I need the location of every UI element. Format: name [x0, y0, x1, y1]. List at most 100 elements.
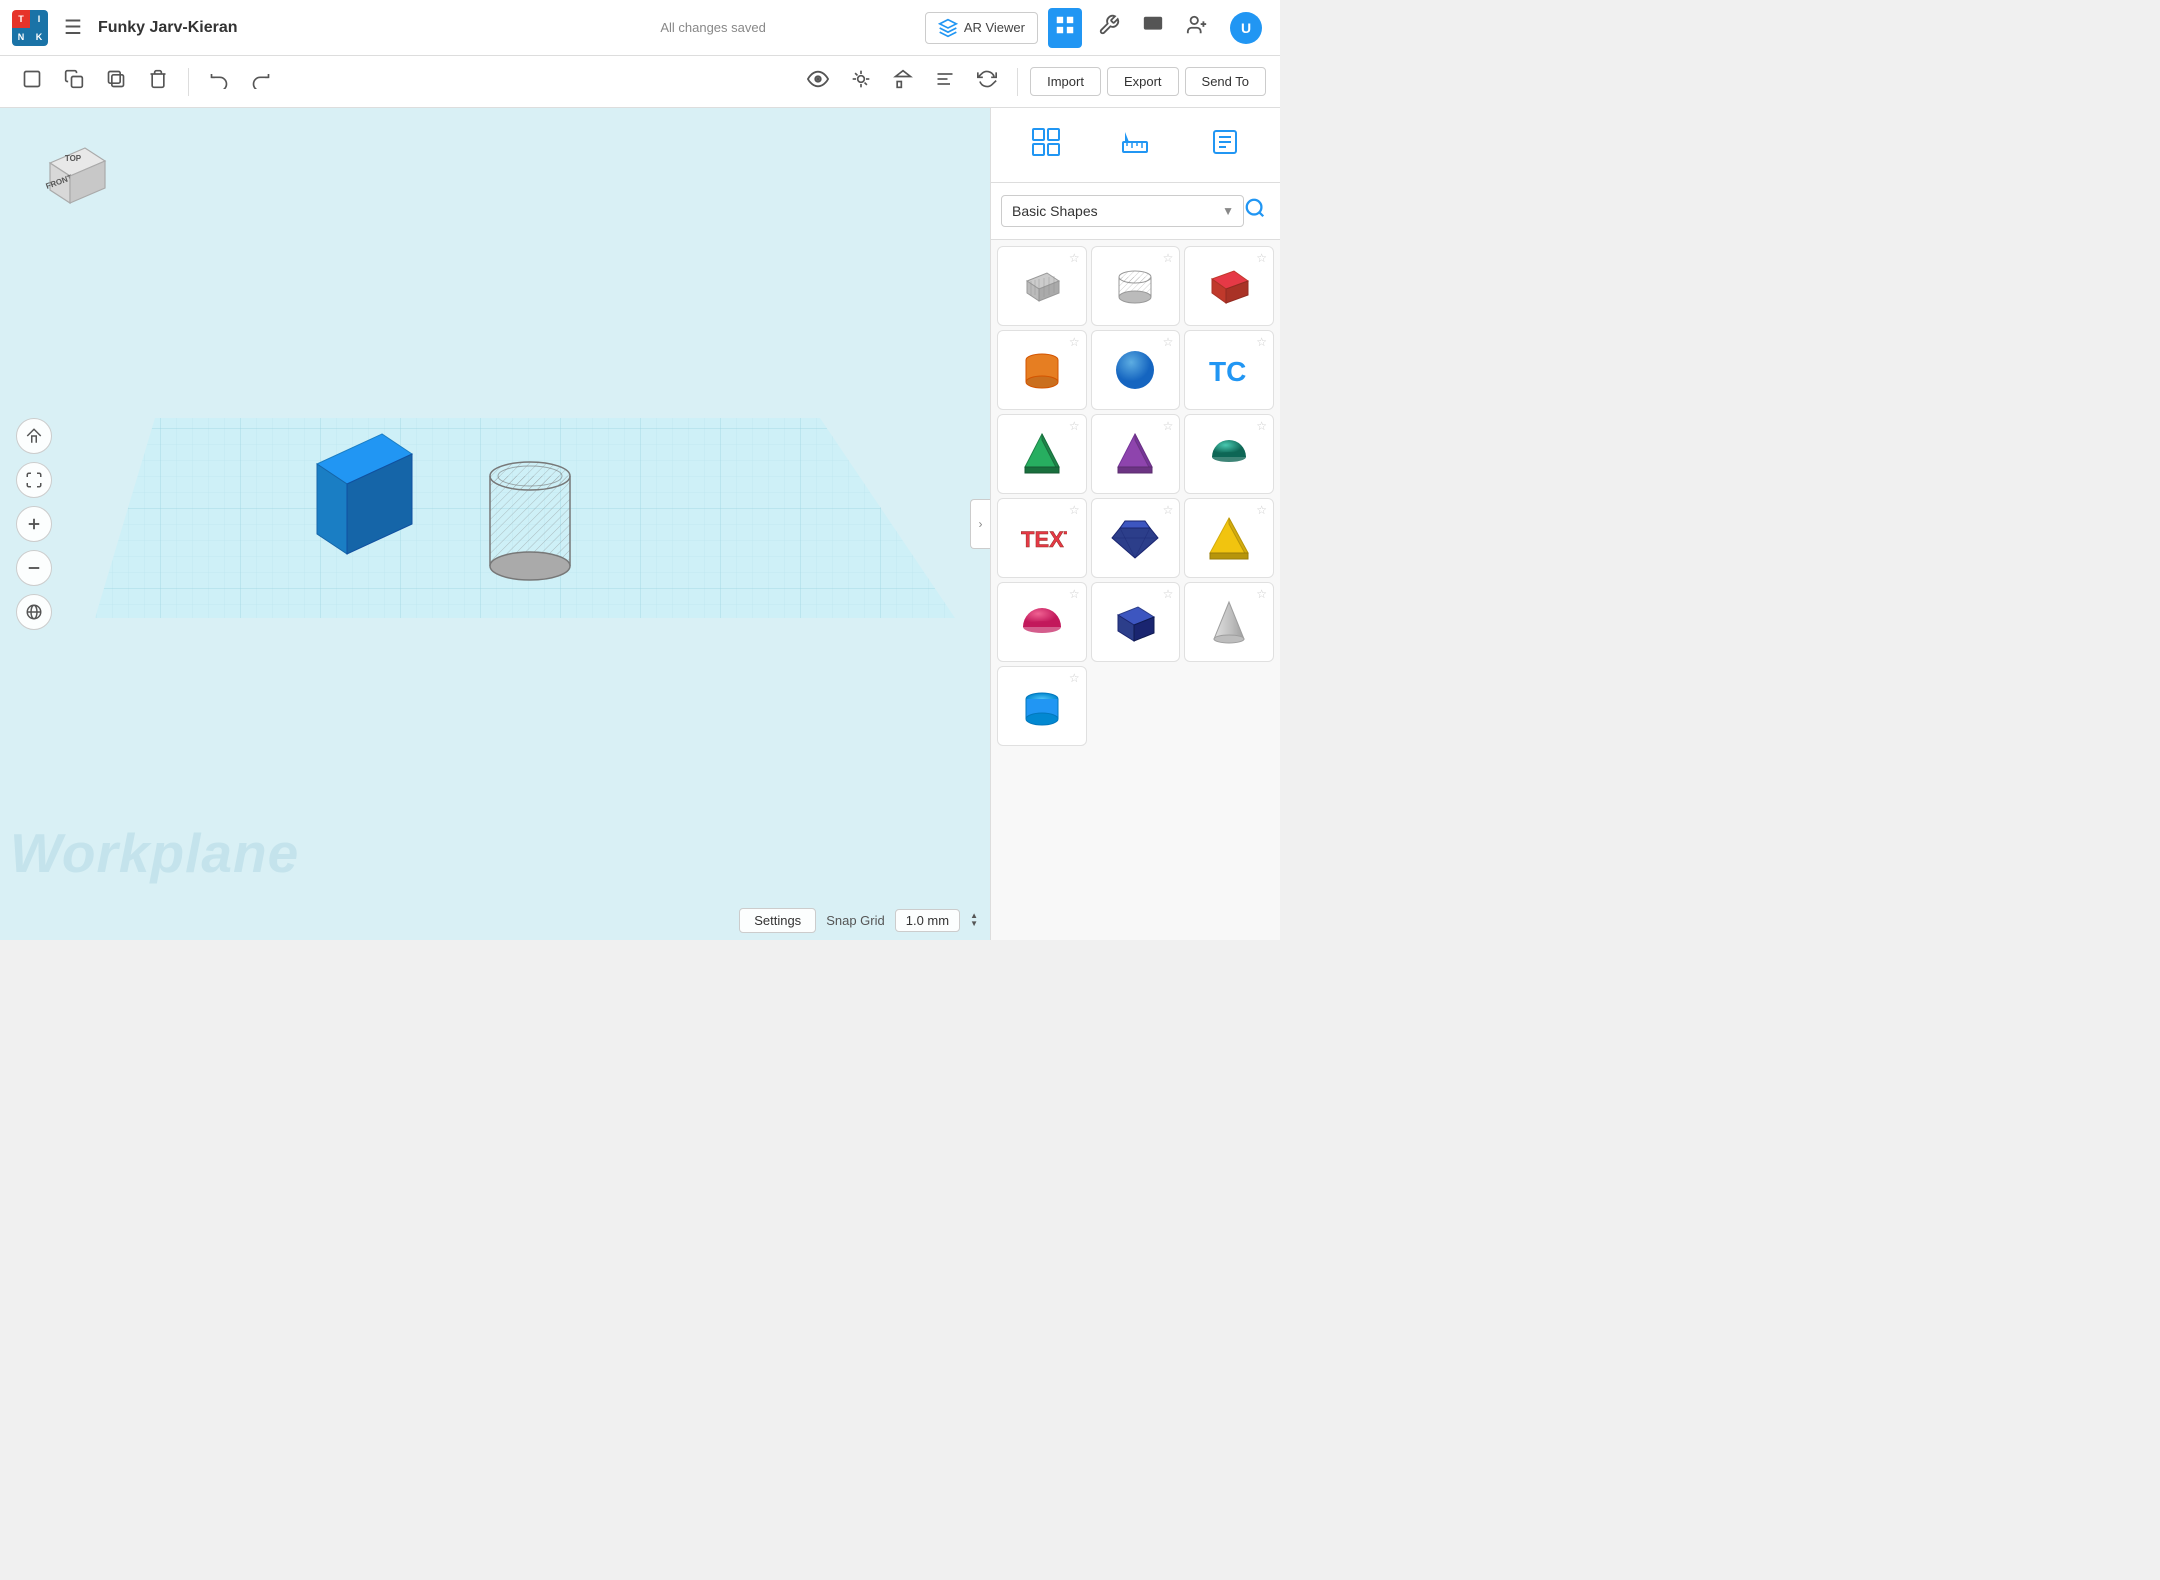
hamburger-menu[interactable]: ☰	[58, 9, 88, 46]
undo-button[interactable]	[201, 63, 237, 100]
shape-sphere-blue[interactable]: ☆	[1091, 330, 1181, 410]
zoom-out-icon	[25, 559, 43, 577]
star-half-sphere-teal[interactable]: ☆	[1256, 419, 1267, 433]
shape-pyramid-yellow[interactable]: ☆	[1184, 498, 1274, 578]
copy-button[interactable]	[56, 63, 92, 100]
grid-panel-icon	[1032, 128, 1060, 156]
half-sphere-teal-preview	[1204, 429, 1254, 479]
svg-text:TOP: TOP	[65, 154, 82, 163]
grid-view-button[interactable]	[1048, 8, 1082, 48]
redo-button[interactable]	[243, 63, 279, 100]
shape-hole-box[interactable]: ☆	[997, 246, 1087, 326]
delete-button[interactable]	[140, 63, 176, 100]
star-gem[interactable]: ☆	[1163, 503, 1174, 517]
cylinder-orange-preview	[1017, 345, 1067, 395]
shape-search-button[interactable]	[1240, 193, 1270, 229]
star-pyramid-purple[interactable]: ☆	[1163, 419, 1174, 433]
separator-2	[1017, 68, 1018, 96]
notes-panel-icon	[1211, 128, 1239, 156]
star-box-blue[interactable]: ☆	[1163, 587, 1174, 601]
orthographic-button[interactable]	[16, 594, 52, 630]
shape-cylinder-orange[interactable]: ☆	[997, 330, 1087, 410]
star-red-box[interactable]: ☆	[1256, 251, 1267, 265]
star-pyramid-yellow[interactable]: ☆	[1256, 503, 1267, 517]
home-view-button[interactable]	[16, 418, 52, 454]
star-hole-cylinder[interactable]: ☆	[1163, 251, 1174, 265]
align-icon	[935, 69, 955, 89]
import-button[interactable]: Import	[1030, 67, 1101, 96]
shape-text-3d[interactable]: ☆ TEXT	[997, 498, 1087, 578]
align-button[interactable]	[927, 63, 963, 100]
star-logo-3d[interactable]: ☆	[1256, 335, 1267, 349]
gray-cylinder-object[interactable]	[475, 441, 585, 591]
flip-button[interactable]	[969, 63, 1005, 100]
view-cube[interactable]: TOP FRONT	[30, 128, 110, 208]
shape-category-dropdown[interactable]: Basic Shapes Letters Animals Featured	[1001, 195, 1244, 227]
star-pyramid-green[interactable]: ☆	[1069, 419, 1080, 433]
tools-icon	[1098, 14, 1120, 36]
workplane-grid: Workplane	[0, 108, 990, 940]
settings-button[interactable]: Settings	[739, 908, 816, 933]
add-user-button[interactable]	[1180, 8, 1214, 48]
shape-cone-gray[interactable]: ☆	[1184, 582, 1274, 662]
panel-collapse-handle[interactable]: ›	[970, 499, 990, 549]
star-hole-box[interactable]: ☆	[1069, 251, 1080, 265]
shape-gem[interactable]: ☆	[1091, 498, 1181, 578]
snap-arrows[interactable]: ▲ ▼	[970, 912, 978, 928]
ruler-panel-button[interactable]	[1115, 122, 1155, 168]
view-mode-button[interactable]	[799, 62, 837, 101]
shape-icon	[893, 69, 913, 89]
zoom-in-button[interactable]	[16, 506, 52, 542]
sphere-blue-preview	[1110, 345, 1160, 395]
hole-box-preview	[1017, 261, 1067, 311]
new-button[interactable]	[14, 63, 50, 100]
blue-cube-object[interactable]	[297, 424, 427, 584]
snap-value[interactable]: 1.0 mm	[895, 909, 960, 932]
star-cylinder-bottom[interactable]: ☆	[1069, 671, 1080, 685]
ar-icon	[938, 18, 958, 38]
viewport[interactable]: Workplane	[0, 108, 990, 940]
user-avatar: U	[1230, 12, 1262, 44]
home-icon	[25, 427, 43, 445]
snap-grid-label: Snap Grid	[826, 913, 885, 928]
shape-pyramid-purple[interactable]: ☆	[1091, 414, 1181, 494]
shape-box-blue[interactable]: ☆	[1091, 582, 1181, 662]
left-controls	[16, 418, 52, 630]
export-button[interactable]: Export	[1107, 67, 1179, 96]
shape-cylinder-bottom[interactable]: ☆	[997, 666, 1087, 746]
ortho-icon	[25, 603, 43, 621]
shape-tinkercad-logo-3d[interactable]: ☆ TC	[1184, 330, 1274, 410]
ar-viewer-button[interactable]: AR Viewer	[925, 12, 1038, 44]
pyramid-green-preview	[1017, 429, 1067, 479]
duplicate-button[interactable]	[98, 63, 134, 100]
zoom-out-button[interactable]	[16, 550, 52, 586]
shape-button[interactable]	[885, 63, 921, 100]
light-button[interactable]	[843, 63, 879, 100]
logo-k: K	[30, 28, 48, 46]
shape-pyramid-green[interactable]: ☆	[997, 414, 1087, 494]
separator-1	[188, 68, 189, 96]
avatar-button[interactable]: U	[1224, 6, 1268, 50]
star-cone-gray[interactable]: ☆	[1256, 587, 1267, 601]
fit-view-button[interactable]	[16, 462, 52, 498]
shape-half-sphere-pink[interactable]: ☆	[997, 582, 1087, 662]
notes-panel-button[interactable]	[1205, 122, 1245, 168]
main-area: Workplane	[0, 108, 1280, 940]
shapes-grid: ☆ ☆	[991, 240, 1280, 940]
duplicate-icon	[106, 69, 126, 89]
logo-n: N	[12, 28, 30, 46]
shape-hole-cylinder[interactable]: ☆	[1091, 246, 1181, 326]
tools-button[interactable]	[1092, 8, 1126, 48]
files-button[interactable]	[1136, 8, 1170, 48]
grid-panel-button[interactable]	[1026, 122, 1066, 168]
eye-icon	[807, 68, 829, 90]
shape-half-sphere-teal[interactable]: ☆	[1184, 414, 1274, 494]
shape-red-box[interactable]: ☆	[1184, 246, 1274, 326]
star-sphere-blue[interactable]: ☆	[1163, 335, 1174, 349]
snap-down-arrow[interactable]: ▼	[970, 920, 978, 928]
svg-text:TC: TC	[1209, 356, 1246, 387]
sendto-button[interactable]: Send To	[1185, 67, 1266, 96]
star-half-sphere-pink[interactable]: ☆	[1069, 587, 1080, 601]
star-text-3d[interactable]: ☆	[1069, 503, 1080, 517]
star-cylinder-orange[interactable]: ☆	[1069, 335, 1080, 349]
